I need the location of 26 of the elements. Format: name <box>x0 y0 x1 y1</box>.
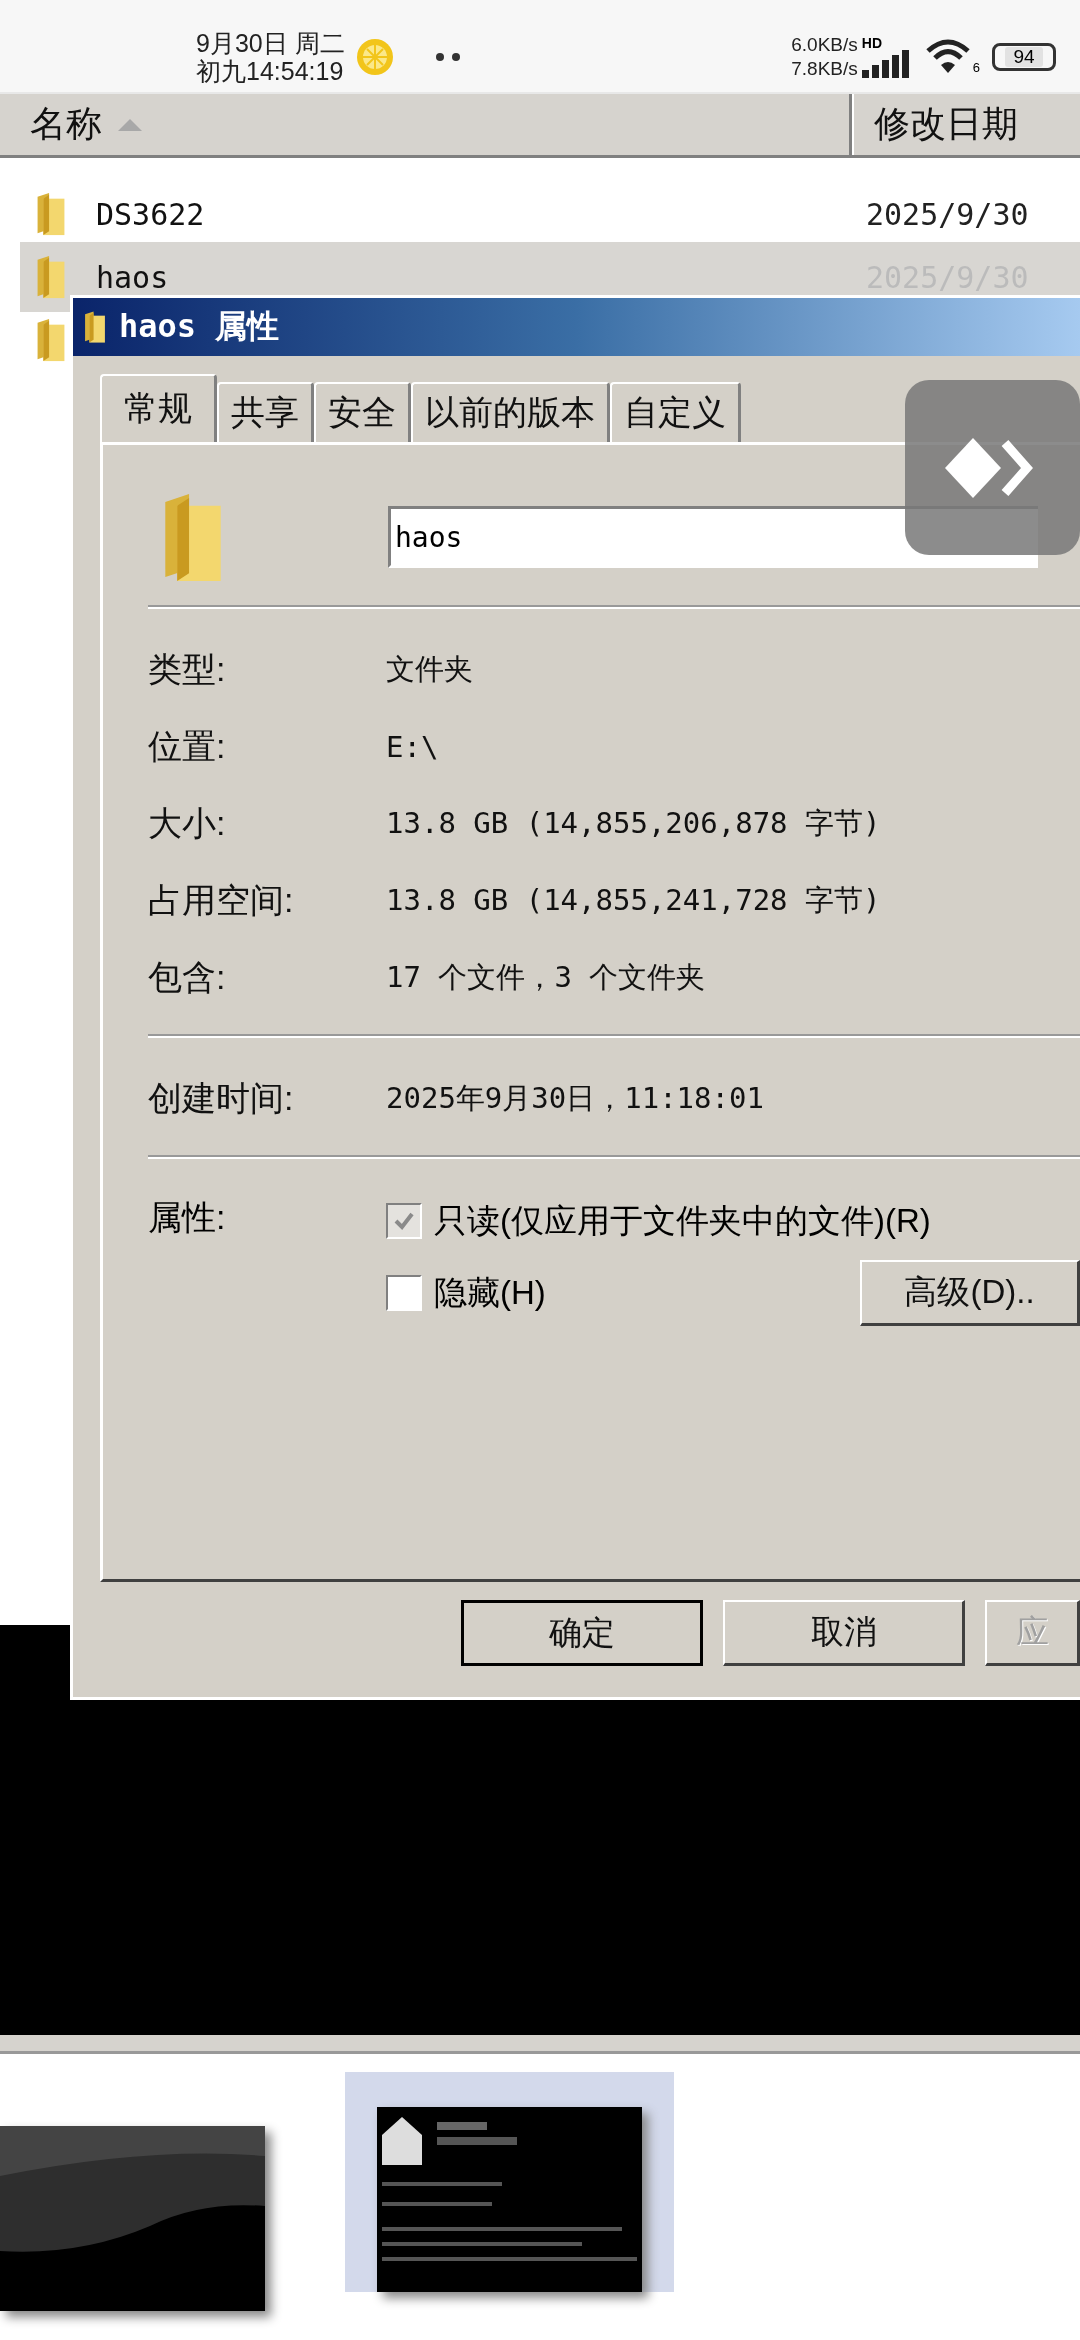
property-value: 13.8 GB (14,855,206,878 字节) <box>386 804 881 842</box>
property-label: 位置: <box>148 725 227 767</box>
property-label: 类型: <box>148 648 227 690</box>
property-value: 13.8 GB (14,855,241,728 字节) <box>386 881 881 919</box>
property-label: 占用空间: <box>148 879 295 921</box>
checkbox-label: 只读(仅应用于文件夹中的文件)(R) <box>434 1200 931 1241</box>
download-speed: 7.8KB/s <box>791 57 858 81</box>
property-label: 创建时间: <box>148 1077 295 1119</box>
property-label: 属性: <box>148 1197 227 1238</box>
property-label: 包含: <box>148 956 227 998</box>
wifi-standard: 6 <box>972 60 980 75</box>
upload-speed: 6.0KB/s <box>791 33 858 57</box>
property-value: 17 个文件，3 个文件夹 <box>386 958 706 996</box>
file-name: DS3622 <box>96 196 205 232</box>
property-value: 文件夹 <box>386 650 473 688</box>
battery-level: 94 <box>1005 47 1043 67</box>
property-label: 大小: <box>148 802 227 844</box>
checkbox-label: 隐藏(H) <box>434 1272 546 1313</box>
file-name: haos <box>96 259 169 295</box>
property-value: 2025年9月30日，11:18:01 <box>386 1079 764 1117</box>
status-time: 初九14:54:19 <box>196 57 345 85</box>
network-type: HD <box>861 36 882 50</box>
file-date: 2025/9/30 <box>866 196 1030 232</box>
column-title: 名称 <box>30 102 102 146</box>
status-date: 9月30日 周二 <box>196 29 345 57</box>
property-value: E:\ <box>386 729 439 764</box>
